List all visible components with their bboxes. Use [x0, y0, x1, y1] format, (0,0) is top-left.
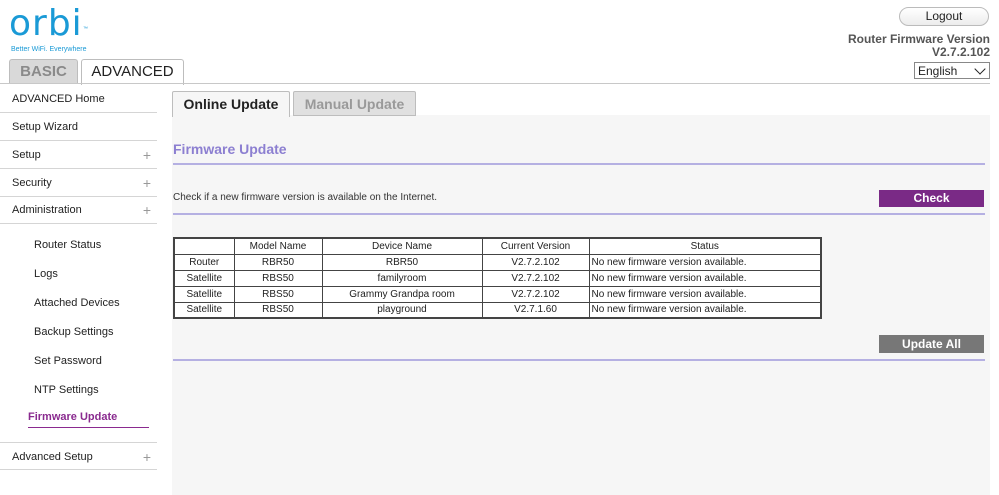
- section-divider: [173, 213, 985, 215]
- orbi-logo: orbi ™ Better WiFi. Everywhere: [9, 3, 88, 54]
- sidebar-item-label: Setup: [12, 149, 41, 161]
- table-header-row: Model Name Device Name Current Version S…: [173, 237, 822, 255]
- table-cell: Satellite: [173, 301, 235, 319]
- table-row: Router RBR50 RBR50 V2.7.2.102 No new fir…: [173, 253, 822, 271]
- page-title: Firmware Update: [173, 141, 287, 157]
- expand-plus-icon[interactable]: +: [143, 169, 151, 197]
- table-cell: Satellite: [173, 269, 235, 287]
- sidebar-subitem-router-status[interactable]: Router Status: [34, 239, 101, 251]
- table-cell: V2.7.2.102: [481, 269, 590, 287]
- firmware-table: Model Name Device Name Current Version S…: [173, 237, 822, 319]
- section-divider: [173, 163, 985, 165]
- table-cell: No new firmware version available.: [588, 285, 822, 303]
- tab-advanced[interactable]: ADVANCED: [81, 59, 184, 85]
- update-all-button[interactable]: Update All: [879, 335, 984, 353]
- sidebar-item-label: Security: [12, 177, 52, 189]
- table-cell: RBS50: [233, 285, 323, 303]
- table-header-cell: Current Version: [481, 237, 590, 255]
- table-cell: Grammy Grandpa room: [321, 285, 483, 303]
- sidebar-item-advanced-home[interactable]: ADVANCED Home: [0, 85, 157, 113]
- tab-online-update[interactable]: Online Update: [172, 91, 290, 117]
- sidebar-item-label: Advanced Setup: [12, 451, 93, 463]
- section-divider: [173, 359, 985, 361]
- sidebar-item-setup[interactable]: Setup +: [0, 141, 157, 169]
- table-cell: V2.7.2.102: [481, 253, 590, 271]
- logo-trademark: ™: [83, 26, 88, 32]
- table-cell: Satellite: [173, 285, 235, 303]
- table-row: Satellite RBS50 playground V2.7.1.60 No …: [173, 301, 822, 319]
- sidebar-item-label: Setup Wizard: [12, 121, 79, 133]
- firmware-version-value: V2.7.2.102: [931, 45, 990, 59]
- tab-manual-update[interactable]: Manual Update: [293, 91, 416, 116]
- table-cell: playground: [321, 301, 483, 319]
- sidebar-item-security[interactable]: Security +: [0, 169, 157, 197]
- expand-plus-icon[interactable]: +: [143, 196, 151, 224]
- table-cell: Router: [173, 253, 235, 271]
- router-admin-page: orbi ™ Better WiFi. Everywhere Logout Ro…: [0, 0, 999, 495]
- table-row: Satellite RBS50 familyroom V2.7.2.102 No…: [173, 269, 822, 287]
- table-row: Satellite RBS50 Grammy Grandpa room V2.7…: [173, 285, 822, 303]
- table-cell: V2.7.1.60: [481, 301, 590, 319]
- sidebar-item-label: ADVANCED Home: [12, 93, 105, 105]
- logo-tagline: Better WiFi. Everywhere: [11, 46, 87, 53]
- sidebar-subitem-firmware-update[interactable]: Firmware Update: [28, 411, 149, 428]
- logo-wordmark: orbi: [9, 3, 83, 44]
- table-header-cell: Status: [588, 237, 822, 255]
- expand-plus-icon[interactable]: +: [143, 141, 151, 169]
- sidebar-item-advanced-setup[interactable]: Advanced Setup +: [0, 442, 157, 470]
- table-cell: V2.7.2.102: [481, 285, 590, 303]
- header-divider: [0, 83, 990, 84]
- expand-plus-icon[interactable]: +: [143, 443, 151, 471]
- table-header-cell: Model Name: [233, 237, 323, 255]
- table-cell: RBR50: [321, 253, 483, 271]
- sidebar-subitem-set-password[interactable]: Set Password: [34, 355, 102, 367]
- language-select[interactable]: English: [914, 62, 990, 79]
- table-cell: No new firmware version available.: [588, 269, 822, 287]
- check-description: Check if a new firmware version is avail…: [173, 192, 438, 203]
- sidebar-item-administration[interactable]: Administration +: [0, 196, 157, 224]
- logout-button[interactable]: Logout: [899, 7, 989, 26]
- sidebar-item-setup-wizard[interactable]: Setup Wizard: [0, 113, 157, 141]
- table-cell: familyroom: [321, 269, 483, 287]
- table-cell: RBR50: [233, 253, 323, 271]
- table-header-cell: [173, 237, 235, 255]
- tab-basic[interactable]: BASIC: [9, 59, 78, 84]
- firmware-version-label: Router Firmware Version: [847, 32, 990, 46]
- sidebar-subitem-ntp-settings[interactable]: NTP Settings: [34, 384, 99, 396]
- table-cell: No new firmware version available.: [588, 253, 822, 271]
- table-header-cell: Device Name: [321, 237, 483, 255]
- chevron-down-icon: [974, 62, 986, 75]
- table-cell: RBS50: [233, 269, 323, 287]
- sidebar-item-label: Administration: [12, 204, 82, 216]
- check-button[interactable]: Check: [879, 190, 984, 207]
- sidebar-subitem-logs[interactable]: Logs: [34, 268, 58, 280]
- table-cell: RBS50: [233, 301, 323, 319]
- sidebar-subitem-attached-devices[interactable]: Attached Devices: [34, 297, 120, 309]
- table-cell: No new firmware version available.: [588, 301, 822, 319]
- sidebar-subitem-backup-settings[interactable]: Backup Settings: [34, 326, 114, 338]
- language-selected-value: English: [918, 63, 958, 78]
